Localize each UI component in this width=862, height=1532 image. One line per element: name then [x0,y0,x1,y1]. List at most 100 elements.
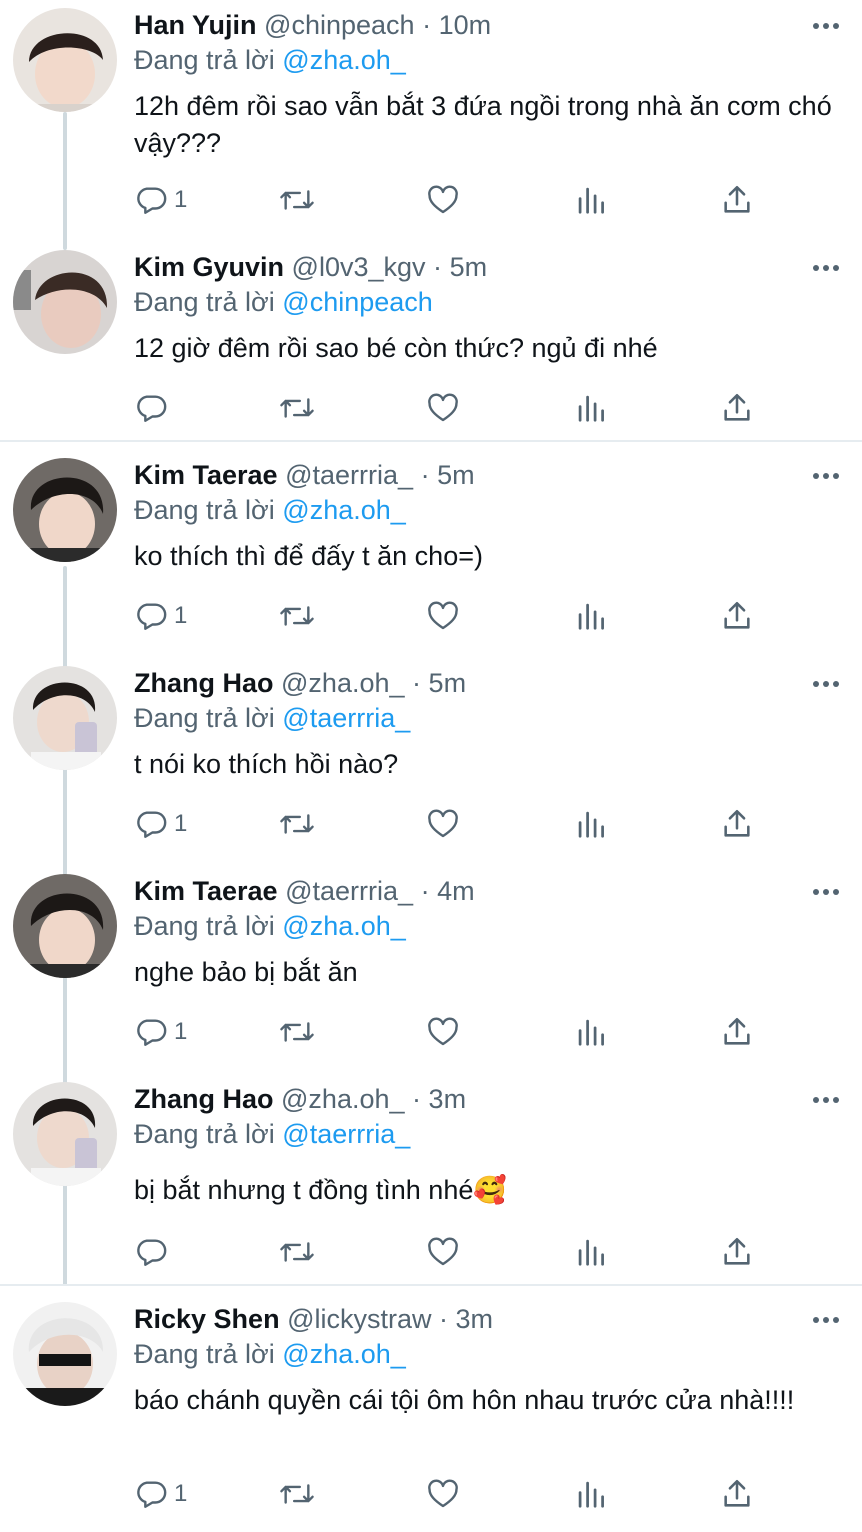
reply-icon [137,1239,167,1266]
share-button[interactable] [720,1012,754,1052]
like-button[interactable] [426,596,460,636]
reply-button[interactable]: 1 [134,596,187,636]
reply-count: 1 [174,1480,188,1507]
display-name[interactable]: Kim Taerae [134,876,278,906]
more-icon[interactable] [808,256,844,280]
reply-button[interactable]: 1 [134,180,187,220]
timestamp[interactable]: 3m [429,1084,467,1114]
retweet-button[interactable] [278,388,316,428]
username[interactable]: @taerrria_ [285,876,413,906]
views-button[interactable] [576,1012,606,1052]
mention-link[interactable]: @taerrria_ [282,703,410,733]
retweet-button[interactable] [278,1232,316,1272]
share-button[interactable] [720,596,754,636]
tweet[interactable]: Han Yujin @chinpeach · 10m Đang trả lời … [0,0,862,236]
display-name[interactable]: Ricky Shen [134,1304,280,1334]
username[interactable]: @lickystraw [287,1304,431,1334]
retweet-button[interactable] [278,1012,316,1052]
separator-dot: · [422,10,432,40]
avatar[interactable] [13,874,117,978]
timestamp[interactable]: 5m [437,460,475,490]
timestamp[interactable]: 5m [429,668,467,698]
retweet-button[interactable] [278,1474,316,1514]
replying-to: Đang trả lời @chinpeach [134,285,433,319]
avatar[interactable] [13,8,117,112]
more-icon[interactable] [808,14,844,38]
retweet-button[interactable] [278,180,316,220]
views-button[interactable] [576,1232,606,1272]
mention-link[interactable]: @zha.oh_ [282,45,406,75]
tweet[interactable]: Kim Taerae @taerrria_ · 5m Đang trả lời … [0,456,862,652]
mention-link[interactable]: @zha.oh_ [282,495,406,525]
more-icon[interactable] [808,1088,844,1112]
share-button[interactable] [720,1474,754,1514]
share-button[interactable] [720,1232,754,1272]
views-icon [578,1239,604,1266]
username[interactable]: @taerrria_ [285,460,413,490]
like-button[interactable] [426,388,460,428]
share-button[interactable] [720,388,754,428]
mention-link[interactable]: @zha.oh_ [282,911,406,941]
replying-to: Đang trả lời @zha.oh_ [134,43,406,77]
views-button[interactable] [576,388,606,428]
mention-link[interactable]: @zha.oh_ [282,1339,406,1369]
tweet[interactable]: Kim Taerae @taerrria_ · 4m Đang trả lời … [0,872,862,1068]
replying-to-label: Đang trả lời [134,1119,275,1149]
more-icon[interactable] [808,464,844,488]
views-icon [578,1019,604,1046]
avatar[interactable] [13,1302,117,1406]
more-icon[interactable] [808,672,844,696]
retweet-button[interactable] [278,804,316,844]
like-button[interactable] [426,1474,460,1514]
reply-thread-feed: Han Yujin @chinpeach · 10m Đang trả lời … [0,0,862,1532]
share-button[interactable] [720,180,754,220]
display-name[interactable]: Zhang Hao [134,668,274,698]
reply-button[interactable] [134,1232,174,1272]
timestamp[interactable]: 4m [437,876,475,906]
tweet[interactable]: Zhang Hao @zha.oh_ · 3m Đang trả lời @ta… [0,1080,862,1280]
like-button[interactable] [426,804,460,844]
avatar[interactable] [13,666,117,770]
avatar[interactable] [13,458,117,562]
timestamp[interactable]: 3m [456,1304,494,1334]
username[interactable]: @zha.oh_ [281,668,405,698]
share-button[interactable] [720,804,754,844]
username[interactable]: @l0v3_kgv [292,252,426,282]
like-button[interactable] [426,1232,460,1272]
tweet[interactable]: Ricky Shen @lickystraw · 3m Đang trả lời… [0,1300,862,1532]
views-button[interactable] [576,180,606,220]
reply-count: 1 [174,1018,188,1045]
avatar[interactable] [13,250,117,354]
display-name[interactable]: Kim Taerae [134,460,278,490]
retweet-icon [280,814,314,834]
views-icon [578,1481,604,1508]
reply-button[interactable]: 1 [134,804,187,844]
mention-link[interactable]: @chinpeach [282,287,433,317]
display-name[interactable]: Han Yujin [134,10,257,40]
more-icon[interactable] [808,1308,844,1332]
like-button[interactable] [426,180,460,220]
separator-dot: · [412,668,422,698]
tweet[interactable]: Zhang Hao @zha.oh_ · 5m Đang trả lời @ta… [0,664,862,860]
reply-button[interactable] [134,388,174,428]
timestamp[interactable]: 10m [439,10,492,40]
reply-button[interactable]: 1 [134,1474,187,1514]
views-icon [578,187,604,214]
avatar[interactable] [13,1082,117,1186]
more-icon[interactable] [808,880,844,904]
views-button[interactable] [576,1474,606,1514]
tweet[interactable]: Kim Gyuvin @l0v3_kgv · 5m Đang trả lời @… [0,248,862,436]
views-button[interactable] [576,804,606,844]
reply-icon [137,187,167,214]
display-name[interactable]: Zhang Hao [134,1084,274,1114]
username[interactable]: @zha.oh_ [281,1084,405,1114]
reply-button[interactable]: 1 [134,1012,187,1052]
avatar-image [13,458,117,562]
mention-link[interactable]: @taerrria_ [282,1119,410,1149]
like-button[interactable] [426,1012,460,1052]
retweet-button[interactable] [278,596,316,636]
views-button[interactable] [576,596,606,636]
username[interactable]: @chinpeach [264,10,415,40]
display-name[interactable]: Kim Gyuvin [134,252,284,282]
timestamp[interactable]: 5m [450,252,488,282]
